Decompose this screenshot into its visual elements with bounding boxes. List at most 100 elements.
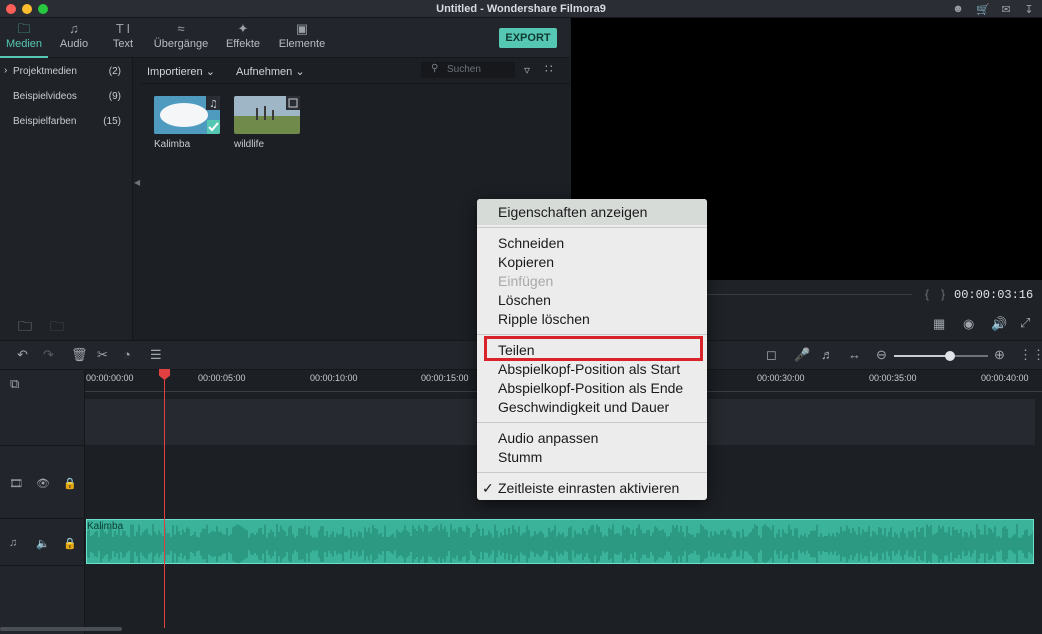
ruler-tick-label: 00:00:10:00 [310, 373, 358, 383]
sidebar-item-label: Beispielvideos [13, 91, 77, 102]
sidebar-item-count: (15) [103, 116, 121, 127]
undo-icon[interactable]: ↶ [17, 347, 28, 363]
chevron-down-icon: ⌄ [295, 66, 305, 78]
microphone-icon[interactable]: 🎤 [794, 347, 810, 363]
ruler-tick-label: 00:00:30:00 [757, 373, 805, 383]
snapshot-icon[interactable]: ◉ [963, 316, 974, 332]
add-track-icon[interactable]: ⧉ [10, 376, 19, 392]
filter-icon[interactable]: ▿ [524, 63, 530, 77]
timeline-menu-icon[interactable]: ⋮⋮ [1019, 347, 1042, 363]
fullscreen-icon[interactable]: ⤢ [1020, 315, 1030, 331]
sidebar-item-label: Projektmedien [13, 66, 77, 77]
menu-separator [477, 422, 707, 423]
mark-out-icon[interactable]: } [941, 287, 945, 301]
scissors-icon[interactable]: ✂ [97, 347, 108, 363]
fit-timeline-icon[interactable]: ↔ [848, 347, 861, 362]
audio-clip[interactable] [86, 519, 1034, 564]
menu-item-audio-anpassen[interactable]: Audio anpassen [498, 430, 598, 446]
audio-track-icon: ♫ [9, 537, 18, 549]
download-icon[interactable]: ↧ [1022, 2, 1036, 16]
sidebar-item-beispielfarben[interactable]: Beispielfarben (15) [0, 112, 133, 130]
preview-timecode: 00:00:03:16 [954, 288, 1034, 302]
music-note-icon: ♫ [69, 21, 79, 36]
title-bar: Untitled - Wondershare Filmora9 ☻ 🛒 ✉ ↧ [0, 0, 1042, 18]
tab-label: Effekte [225, 38, 261, 50]
volume-icon[interactable]: 🔊 [991, 316, 1007, 332]
audio-waveform [87, 524, 1033, 563]
speed-icon[interactable]: ◔ [123, 347, 131, 362]
account-icon[interactable]: ☻ [951, 2, 965, 16]
collapse-sidebar-icon[interactable]: ◀ [134, 178, 140, 187]
redo-icon[interactable]: ↷ [43, 347, 54, 363]
tab-effekte[interactable]: ✦ Effekte [222, 18, 264, 58]
media-label: Kalimba [154, 139, 191, 150]
cart-icon[interactable]: 🛒 [976, 2, 990, 16]
speaker-icon[interactable]: 🔈 [36, 537, 50, 550]
eye-icon[interactable]: 👁 [36, 477, 50, 490]
menu-item-eigenschaften[interactable]: Eigenschaften anzeigen [498, 204, 647, 220]
window-title: Untitled - Wondershare Filmora9 [436, 3, 606, 15]
track-headers: ⧉ 🎞 👁 🔒 ♫ 🔈 🔒 [0, 370, 85, 634]
ruler-tick-label: 00:00:40:00 [981, 373, 1029, 383]
image-icon: ▣ [295, 21, 309, 36]
zoom-slider-fill [894, 355, 951, 357]
lock-icon[interactable]: 🔒 [63, 477, 77, 490]
render-preview-icon[interactable]: ▦ [933, 316, 945, 332]
playhead[interactable] [164, 378, 165, 628]
video-track-icon: 🎞 [9, 478, 23, 490]
tab-uebergaenge[interactable]: ≈ Übergänge [150, 18, 212, 58]
delete-folder-icon[interactable]: 🗀 [50, 316, 64, 340]
media-thumb-wildlife[interactable] [234, 96, 300, 134]
record-dropdown[interactable]: Aufnehmen ⌄ [236, 65, 305, 78]
folder-icon: 🗀 [17, 21, 31, 36]
menu-item-kopieren[interactable]: Kopieren [498, 254, 554, 270]
audio-mixer-icon[interactable]: ♬ [821, 347, 834, 362]
sidebar-item-beispielvideos[interactable]: Beispielvideos (9) [0, 87, 133, 105]
transition-icon: ≈ [177, 21, 185, 36]
text-icon: T I [115, 21, 131, 36]
new-folder-icon[interactable]: 🗀 [18, 316, 32, 340]
preview-scrubber[interactable] [707, 294, 912, 295]
tab-label: Elemente [278, 38, 326, 50]
tab-text[interactable]: T I Text [104, 18, 142, 58]
tab-label: Übergänge [153, 38, 209, 50]
menu-item-ripple-loeschen[interactable]: Ripple löschen [498, 311, 590, 327]
audio-clip-label: Kalimba [87, 521, 124, 532]
mail-icon[interactable]: ✉ [999, 2, 1013, 16]
timeline-scrollbar[interactable] [0, 627, 122, 631]
zoom-out-icon[interactable]: ⊖ [876, 347, 887, 363]
import-dropdown[interactable]: Importieren ⌄ [147, 65, 215, 78]
menu-item-stumm[interactable]: Stumm [498, 449, 542, 465]
menu-item-loeschen[interactable]: Löschen [498, 292, 551, 308]
tab-medien[interactable]: 🗀 Medien [0, 18, 48, 58]
adjust-icon[interactable]: ☰ [150, 347, 162, 363]
media-thumb-kalimba[interactable]: ♫ [154, 96, 220, 134]
grid-view-icon[interactable]: ∷ [545, 62, 553, 76]
lock-icon[interactable]: 🔒 [63, 537, 77, 550]
media-sidebar: › Projektmedien (2) Beispielvideos (9) B… [0, 58, 133, 340]
menu-item-einrasten[interactable]: Zeitleiste einrasten aktivieren [498, 480, 679, 496]
module-tabs: 🗀 Medien ♫ Audio T I Text ≈ Übergänge ✦ … [0, 18, 570, 58]
tab-label: Medien [5, 38, 43, 50]
menu-item-ende[interactable]: Abspielkopf-Position als Ende [498, 380, 683, 396]
wildlife-thumbnail [234, 96, 300, 134]
menu-item-schneiden[interactable]: Schneiden [498, 235, 564, 251]
highlight-box [484, 336, 703, 361]
menu-item-start[interactable]: Abspielkopf-Position als Start [498, 361, 680, 377]
menu-item-geschwindigkeit[interactable]: Geschwindigkeit und Dauer [498, 399, 669, 415]
zoom-in-icon[interactable]: ⊕ [994, 347, 1005, 363]
ruler-tick-label: 00:00:05:00 [198, 373, 246, 383]
effects-icon: ✦ [237, 21, 249, 36]
tab-elemente[interactable]: ▣ Elemente [276, 18, 328, 58]
track-divider [0, 518, 85, 519]
kalimba-thumbnail: ♫ [154, 96, 220, 134]
tab-audio[interactable]: ♫ Audio [52, 18, 96, 58]
marker-icon[interactable]: ◻ [766, 347, 777, 363]
trash-icon[interactable]: 🗑 [71, 347, 88, 363]
sidebar-item-projektmedien[interactable]: › Projektmedien (2) [0, 62, 133, 80]
mark-in-icon[interactable]: { [925, 287, 929, 301]
sidebar-item-count: (2) [108, 66, 121, 77]
export-button[interactable]: EXPORT [499, 28, 557, 48]
ruler-tick-label: 00:00:15:00 [421, 373, 469, 383]
search-icon: ⚲ [431, 63, 439, 74]
